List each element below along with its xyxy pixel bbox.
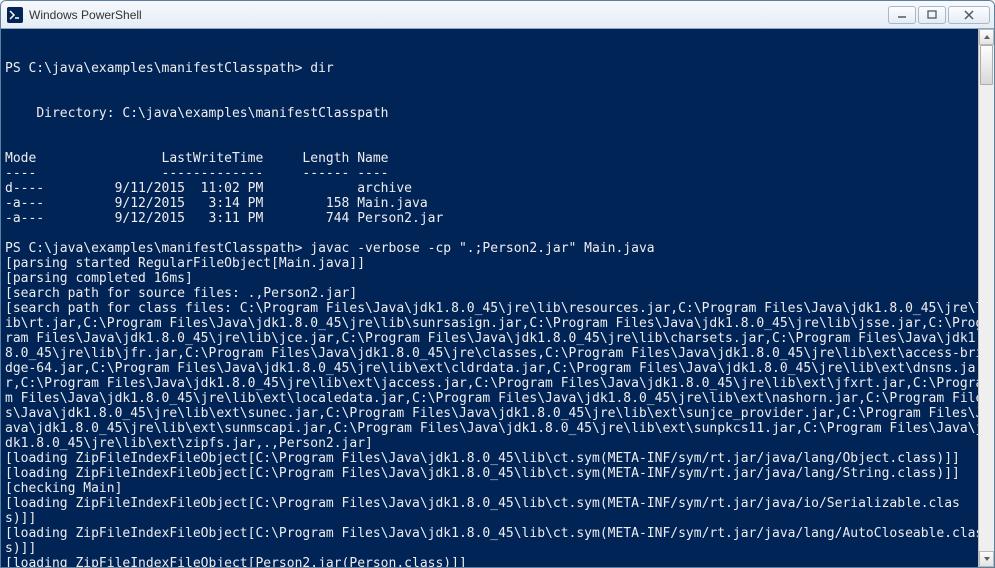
output-line: [parsing completed 16ms] (5, 271, 193, 286)
terminal[interactable]: PS C:\java\examples\manifestClasspath> d… (1, 29, 994, 567)
table-header: Mode LastWriteTime Length Name (5, 151, 389, 166)
output-line: [loading ZipFileIndexFileObject[C:\Progr… (5, 451, 960, 466)
prompt-line: PS C:\java\examples\manifestClasspath> d… (5, 61, 334, 76)
output-line: [loading ZipFileIndexFileObject[C:\Progr… (5, 466, 960, 481)
table-row: -a--- 9/12/2015 3:14 PM 158 Main.java (5, 196, 428, 211)
output-line: [loading ZipFileIndexFileObject[C:\Progr… (5, 526, 983, 556)
output-line: [search path for class files: C:\Program… (5, 301, 983, 451)
output-line: [checking Main] (5, 481, 122, 496)
output-line: [search path for source files: .,Person2… (5, 286, 357, 301)
scrollbar-thumb[interactable] (980, 45, 993, 85)
prompt-line: PS C:\java\examples\manifestClasspath> j… (5, 241, 655, 256)
table-row: -a--- 9/12/2015 3:11 PM 744 Person2.jar (5, 211, 443, 226)
terminal-output: PS C:\java\examples\manifestClasspath> d… (5, 61, 990, 567)
dir-header: Directory: C:\java\examples\manifestClas… (5, 106, 389, 121)
powershell-window: Windows PowerShell PS C:\java\examples\m… (0, 0, 995, 568)
titlebar[interactable]: Windows PowerShell (1, 1, 994, 29)
output-line: [loading ZipFileIndexFileObject[C:\Progr… (5, 496, 960, 526)
scroll-up-button[interactable] (979, 29, 994, 45)
table-rule: ---- ------------- ------ ---- (5, 166, 389, 181)
maximize-button[interactable] (918, 6, 946, 24)
scroll-down-button[interactable] (979, 551, 994, 567)
close-button[interactable] (948, 6, 990, 24)
window-controls (888, 6, 990, 24)
output-line: [loading ZipFileIndexFileObject[Person2.… (5, 556, 467, 567)
table-row: d---- 9/11/2015 11:02 PM archive (5, 181, 412, 196)
minimize-button[interactable] (888, 6, 916, 24)
scrollbar-track[interactable] (979, 45, 994, 551)
powershell-icon (7, 7, 23, 23)
window-title: Windows PowerShell (29, 8, 888, 22)
output-line: [parsing started RegularFileObject[Main.… (5, 256, 365, 271)
vertical-scrollbar[interactable] (978, 29, 994, 567)
